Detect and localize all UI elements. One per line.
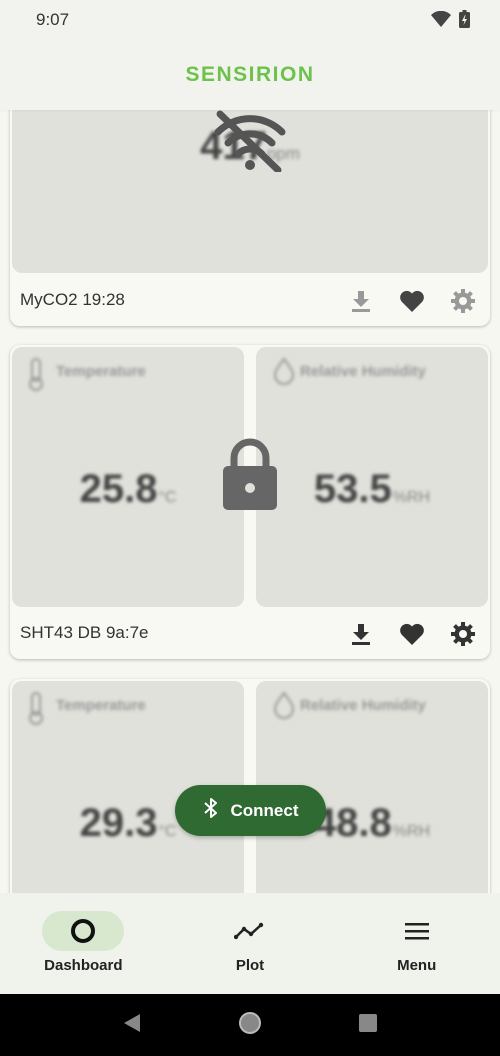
wifi-icon xyxy=(431,10,451,32)
battery-icon xyxy=(459,10,470,33)
download-icon xyxy=(352,624,370,645)
card-actions xyxy=(346,286,478,316)
status-bar: 9:07 xyxy=(0,0,500,40)
temperature-value: 25.8°C xyxy=(12,467,244,512)
system-nav-bar xyxy=(0,994,500,1056)
heart-icon xyxy=(400,623,424,645)
download-button[interactable] xyxy=(346,286,376,316)
settings-button[interactable] xyxy=(448,619,478,649)
panel-title: Relative Humidity xyxy=(300,363,426,380)
value-unit: %RH xyxy=(392,489,431,506)
back-triangle-icon xyxy=(124,1013,140,1032)
value-unit: %RH xyxy=(392,823,431,840)
lock-icon xyxy=(221,438,279,517)
home-circle-icon xyxy=(239,1011,261,1034)
temperature-panel[interactable]: Temperature 25.8°C xyxy=(12,347,244,607)
favorite-button[interactable] xyxy=(397,619,427,649)
connect-button[interactable]: Connect xyxy=(175,785,326,836)
value-unit: °C xyxy=(158,489,177,506)
circle-icon xyxy=(71,919,96,943)
humidity-value: 53.5%RH xyxy=(256,467,488,512)
panel-title: Temperature xyxy=(56,363,146,380)
value-unit: °C xyxy=(158,823,177,840)
card-actions xyxy=(346,619,478,649)
nav-active-indicator xyxy=(42,911,125,951)
favorite-button[interactable] xyxy=(397,286,427,316)
device-name: MyCO2 19:28 xyxy=(20,290,125,309)
thermometer-icon xyxy=(26,357,46,396)
app-header: SENSIRION xyxy=(0,40,500,110)
device-card[interactable]: Temperature 25.8°C Relative Humidity 53.… xyxy=(10,345,490,659)
humidity-icon xyxy=(270,691,298,724)
recents-button[interactable] xyxy=(358,1013,378,1038)
nav-menu[interactable]: Menu xyxy=(333,893,500,994)
home-button[interactable] xyxy=(238,1011,262,1040)
nav-icon-wrap xyxy=(376,911,458,951)
value-number: 29.3 xyxy=(79,801,158,845)
thermometer-icon xyxy=(26,691,46,730)
device-list[interactable]: 417ppm MyCO2 19:28 Temperature 25.8°C Re… xyxy=(0,110,500,893)
brand-logo: SENSIRION xyxy=(185,63,315,86)
recents-square-icon xyxy=(359,1013,377,1032)
co2-panel[interactable]: 417ppm xyxy=(12,110,488,273)
panel-title: Temperature xyxy=(56,697,146,714)
status-icons xyxy=(431,10,470,33)
bottom-nav: Dashboard Plot Menu xyxy=(0,893,500,994)
panel-title: Relative Humidity xyxy=(300,697,426,714)
nav-plot[interactable]: Plot xyxy=(167,893,334,994)
connect-label: Connect xyxy=(230,800,299,820)
nav-label: Dashboard xyxy=(44,957,123,974)
back-button[interactable] xyxy=(122,1012,142,1039)
status-time: 9:07 xyxy=(36,10,70,29)
nav-label: Menu xyxy=(397,957,437,974)
device-card[interactable]: 417ppm MyCO2 19:28 xyxy=(10,110,490,326)
settings-button[interactable] xyxy=(448,286,478,316)
card-footer: MyCO2 19:28 xyxy=(10,274,490,326)
nav-dashboard[interactable]: Dashboard xyxy=(0,893,167,994)
gear-icon xyxy=(451,289,475,313)
wifi-off-icon xyxy=(212,110,288,177)
trend-line-icon xyxy=(234,922,264,940)
download-icon xyxy=(352,291,370,312)
card-footer: SHT43 DB 9a:7e xyxy=(10,607,490,659)
device-name: SHT43 DB 9a:7e xyxy=(20,623,149,642)
humidity-icon xyxy=(270,357,298,390)
value-number: 25.8 xyxy=(79,467,158,511)
nav-label: Plot xyxy=(235,957,265,974)
nav-icon-wrap xyxy=(209,911,291,951)
gear-icon xyxy=(451,622,475,646)
heart-icon xyxy=(400,290,424,312)
bluetooth-icon xyxy=(203,798,219,823)
humidity-panel[interactable]: Relative Humidity 53.5%RH xyxy=(256,347,488,607)
value-number: 53.5 xyxy=(313,467,392,511)
download-button[interactable] xyxy=(346,619,376,649)
hamburger-icon xyxy=(404,923,429,940)
